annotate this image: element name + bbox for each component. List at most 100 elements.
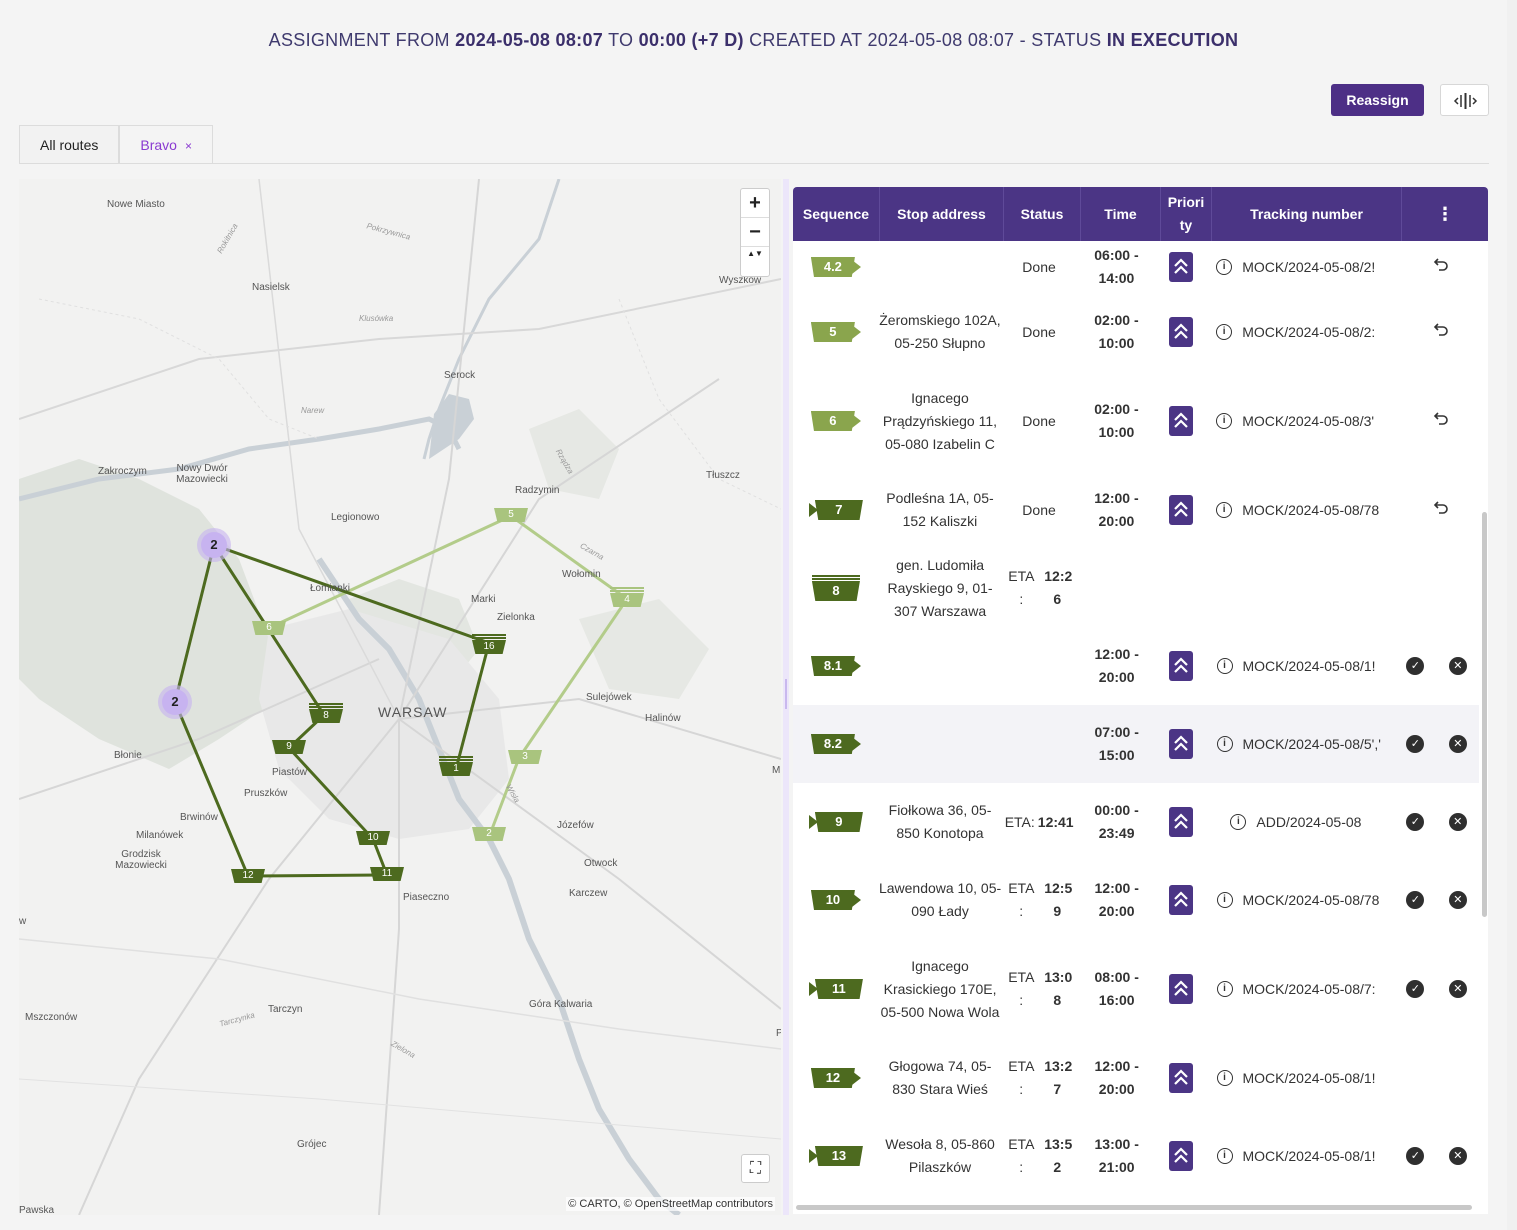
tracking-number[interactable]: ADD/2024-05-08 <box>1256 811 1361 834</box>
close-icon[interactable]: ✕ <box>1448 891 1467 909</box>
check-icon[interactable]: ✓ <box>1406 657 1425 675</box>
zoom-in-button[interactable]: + <box>741 189 769 218</box>
info-icon[interactable]: i <box>1216 1148 1233 1164</box>
sequence-badge: 12 <box>810 1068 861 1088</box>
close-icon[interactable]: ✕ <box>1448 735 1467 753</box>
info-icon[interactable]: i <box>1216 324 1233 340</box>
close-icon[interactable]: ✕ <box>1448 657 1467 675</box>
tracking-number[interactable]: MOCK/2024-05-08/1! <box>1243 655 1376 678</box>
stop-marker[interactable]: 4 <box>610 587 644 609</box>
info-icon[interactable]: i <box>1216 736 1233 752</box>
stop-marker[interactable]: 12 <box>231 869 265 885</box>
stop-marker[interactable]: 6 <box>252 621 286 637</box>
split-view-button[interactable] <box>1440 84 1489 116</box>
table-row[interactable]: 9 Fiołkowa 36, 05-850 Konotopa ETA: 12:41 00… <box>793 783 1479 861</box>
stop-marker[interactable]: 11 <box>370 867 404 883</box>
table-row[interactable]: 8.2 07:00 - 15:00 i MOCK/2024-05-08/5',' ✓ ✕ <box>793 705 1479 783</box>
info-icon[interactable]: i <box>1216 658 1233 674</box>
reassign-button[interactable]: Reassign <box>1331 84 1424 116</box>
actions-cell: ✓ ✕ <box>1394 657 1479 675</box>
actions-cell: ✓ ✕ <box>1394 813 1479 831</box>
sequence-badge: 8 <box>811 575 860 601</box>
info-icon[interactable]: i <box>1216 502 1233 518</box>
table-row[interactable]: 4.2 Done 06:00 - 14:00 i MOCK/2024-05-08/2! <box>793 241 1479 293</box>
tracking-number[interactable]: MOCK/2024-05-08/78 <box>1242 499 1379 522</box>
close-icon[interactable]: ✕ <box>1448 1147 1467 1165</box>
priority-high-icon <box>1169 406 1194 436</box>
table-row[interactable]: 6 Ignacego Prądzyńskiego 11, 05-080 Izabe… <box>793 371 1479 471</box>
col-address[interactable]: Stop address <box>880 187 1004 241</box>
undo-icon[interactable] <box>1432 498 1450 523</box>
info-icon[interactable]: i <box>1216 413 1233 429</box>
panel-resize-handle[interactable] <box>783 179 789 1215</box>
zoom-out-button[interactable]: − <box>741 218 769 247</box>
col-status[interactable]: Status <box>1004 187 1081 241</box>
check-icon[interactable]: ✓ <box>1406 980 1425 998</box>
tracking-number[interactable]: MOCK/2024-05-08/78 <box>1243 889 1380 912</box>
table-row[interactable]: 12 Głogowa 74, 05-830 Stara Wieś ETA : 13:2… <box>793 1039 1479 1117</box>
compass-icon[interactable]: ▲▼ <box>741 247 769 276</box>
priority-cell <box>1156 807 1206 837</box>
tracking-number[interactable]: MOCK/2024-05-08/3' <box>1242 410 1374 433</box>
info-icon[interactable]: i <box>1216 981 1233 997</box>
stop-marker[interactable]: 9 <box>272 740 306 756</box>
tracking-number[interactable]: MOCK/2024-05-08/2: <box>1242 321 1375 344</box>
stop-cluster[interactable]: 2 <box>158 685 192 719</box>
address-cell: Głogowa 74, 05-830 Stara Wieś <box>888 1058 992 1097</box>
check-icon[interactable]: ✓ <box>1406 891 1425 909</box>
table-row[interactable]: 11 Ignacego Krasickiego 170E, 05-500 Nowa… <box>793 939 1479 1039</box>
close-icon[interactable]: ✕ <box>1448 980 1467 998</box>
tracking-number[interactable]: MOCK/2024-05-08/1! <box>1243 1067 1376 1090</box>
col-tracking[interactable]: Tracking number <box>1212 187 1402 241</box>
eta-label: ETA : <box>1008 1058 1035 1097</box>
col-sequence[interactable]: Sequence <box>793 187 880 241</box>
col-time[interactable]: Time <box>1081 187 1161 241</box>
info-icon[interactable]: i <box>1216 1070 1233 1086</box>
map-base <box>19 179 781 1215</box>
eta-value: 12:5 9 <box>1044 880 1073 919</box>
close-icon[interactable]: ✕ <box>1448 813 1467 831</box>
info-icon[interactable]: i <box>1230 814 1247 830</box>
stop-marker[interactable]: 16 <box>472 634 506 656</box>
time-cell: 06:00 - 14:00 <box>1077 244 1156 290</box>
undo-icon[interactable] <box>1432 255 1450 280</box>
stop-marker[interactable]: 1 <box>439 756 473 778</box>
tab-bravo[interactable]: Bravo × <box>119 125 213 164</box>
close-icon[interactable]: × <box>185 139 192 153</box>
vertical-scrollbar[interactable] <box>1482 512 1487 917</box>
table-row[interactable]: 8 gen. Ludomiła Rayskiego 9, 01-307 Warsz… <box>793 549 1479 627</box>
table-row[interactable]: 13 Wesoła 8, 05-860 Pilaszków ETA : 13:5 2 1… <box>793 1117 1479 1195</box>
eta-value: 12:41 <box>1037 813 1074 830</box>
priority-high-icon <box>1169 1141 1194 1171</box>
undo-icon[interactable] <box>1432 409 1450 434</box>
tab-all-routes[interactable]: All routes <box>19 125 120 164</box>
check-icon[interactable]: ✓ <box>1406 813 1425 831</box>
route-map[interactable]: Nowe Miasto Nasielsk Wyszków Serock Zakr… <box>19 179 781 1215</box>
tracking-number[interactable]: MOCK/2024-05-08/5',' <box>1243 733 1381 756</box>
info-icon[interactable]: i <box>1216 892 1233 908</box>
stop-marker[interactable]: 8 <box>309 703 343 725</box>
stop-cluster[interactable]: 2 <box>197 528 231 562</box>
time-window: 02:00 - 10:00 <box>1094 401 1139 440</box>
cluster-count: 2 <box>201 532 227 558</box>
check-icon[interactable]: ✓ <box>1406 735 1425 753</box>
fullscreen-icon[interactable]: ⛶ <box>741 1154 770 1183</box>
stop-marker[interactable]: 3 <box>508 750 542 766</box>
tracking-number[interactable]: MOCK/2024-05-08/7: <box>1243 978 1376 1001</box>
table-row[interactable]: 10 Lawendowa 10, 05-090 Łady ETA : 12:5 9 12… <box>793 861 1479 939</box>
tab-label: Bravo <box>140 137 177 153</box>
tracking-number[interactable]: MOCK/2024-05-08/1! <box>1243 1145 1376 1168</box>
table-row[interactable]: 5 Żeromskiego 102A, 05-250 Słupno Done 02:0… <box>793 293 1479 371</box>
table-menu-icon[interactable]: ⋮ <box>1402 187 1488 241</box>
check-icon[interactable]: ✓ <box>1406 1147 1425 1165</box>
table-row[interactable]: 8.1 12:00 - 20:00 i MOCK/2024-05-08/1! ✓ ✕ <box>793 627 1479 705</box>
tracking-number[interactable]: MOCK/2024-05-08/2! <box>1242 256 1375 279</box>
stop-marker[interactable]: 5 <box>494 508 528 524</box>
stop-marker[interactable]: 10 <box>356 831 390 847</box>
undo-icon[interactable] <box>1432 320 1450 345</box>
stop-marker[interactable]: 2 <box>472 827 506 843</box>
table-row[interactable]: 7 Podleśna 1A, 05-152 Kaliszki Done 12:00 -… <box>793 471 1479 549</box>
col-priority[interactable]: Priori ty <box>1161 187 1212 241</box>
info-icon[interactable]: i <box>1216 259 1233 275</box>
horizontal-scrollbar[interactable] <box>796 1205 1472 1210</box>
